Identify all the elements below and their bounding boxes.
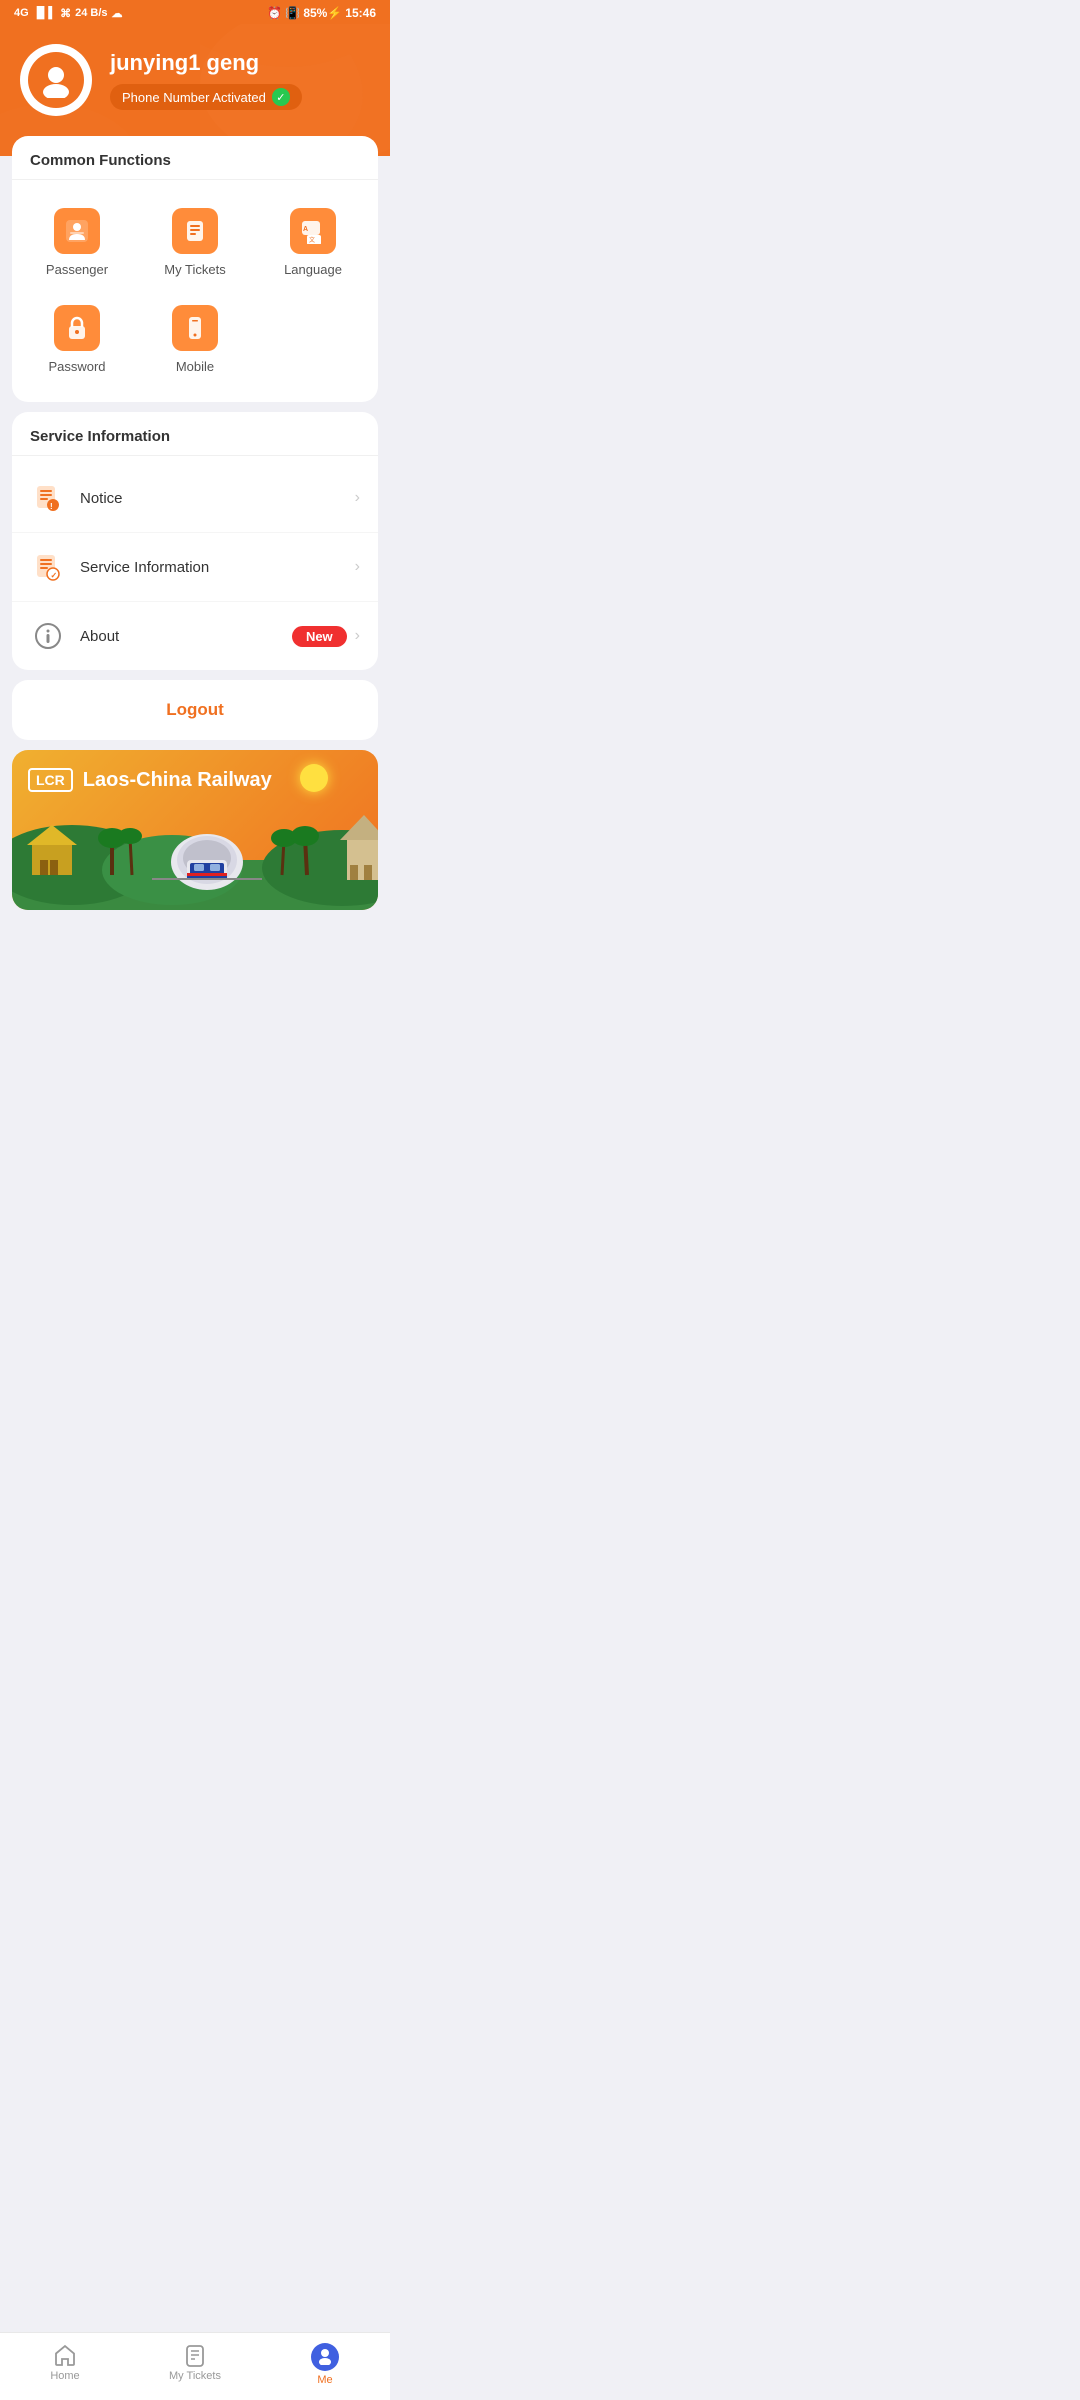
wifi-icon: ⌘ <box>60 7 71 20</box>
status-right: ⏰ 📳 85%⚡ 15:46 <box>267 6 376 20</box>
svg-text:文: 文 <box>309 236 315 244</box>
my-tickets-icon-box <box>172 208 218 254</box>
tickets-icon <box>183 2343 207 2367</box>
nav-home-label: Home <box>50 2370 79 2382</box>
logout-button[interactable]: Logout <box>12 680 378 740</box>
network-bars: ▐▌▌ <box>33 7 56 19</box>
phone-badge-text: Phone Number Activated <box>122 90 266 105</box>
signal-icon: 4G <box>14 7 29 19</box>
nav-me[interactable]: Me <box>260 2333 390 2400</box>
mobile-label: Mobile <box>176 359 214 374</box>
home-icon <box>53 2343 77 2367</box>
function-language[interactable]: A 文 Language <box>256 196 370 289</box>
status-left: 4G ▐▌▌ ⌘ 24 B/s ☁ <box>14 7 123 20</box>
language-label: Language <box>284 262 342 277</box>
notice-chevron: › <box>355 489 360 507</box>
verified-icon: ✓ <box>272 88 290 106</box>
service-info-title: Service Information <box>12 412 378 455</box>
divider2 <box>12 455 378 456</box>
common-functions-card: Common Functions Passenger <box>12 136 378 402</box>
function-mobile[interactable]: Mobile <box>138 293 252 386</box>
mobile-icon-box <box>172 305 218 351</box>
common-functions-title: Common Functions <box>12 136 378 179</box>
me-avatar-icon <box>311 2343 339 2371</box>
svg-text:✓: ✓ <box>51 571 58 580</box>
about-label: About <box>80 628 292 645</box>
svg-text:A: A <box>303 226 308 233</box>
passenger-label: Passenger <box>46 262 108 277</box>
profile-info: junying1 geng Phone Number Activated ✓ <box>110 50 302 110</box>
profile-username: junying1 geng <box>110 50 302 76</box>
clock: 15:46 <box>345 6 376 20</box>
banner-logo: LCR Laos-China Railway <box>28 768 272 792</box>
notice-item[interactable]: ! Notice › <box>12 464 378 533</box>
my-tickets-label: My Tickets <box>164 262 225 277</box>
passenger-icon-box <box>54 208 100 254</box>
alarm-icon: ⏰ <box>267 6 282 20</box>
about-item[interactable]: About New › <box>12 602 378 670</box>
function-my-tickets[interactable]: My Tickets <box>138 196 252 289</box>
function-passenger[interactable]: Passenger <box>20 196 134 289</box>
phone-badge: Phone Number Activated ✓ <box>110 84 302 110</box>
functions-grid: Passenger My Tickets <box>12 188 378 402</box>
profile-row: junying1 geng Phone Number Activated ✓ <box>20 44 370 116</box>
divider <box>12 179 378 180</box>
data-speed: 24 B/s <box>75 7 107 19</box>
cloud-icon: ☁ <box>112 7 123 20</box>
service-info-icon: ✓ <box>30 549 66 585</box>
lcr-logo-box: LCR <box>28 768 73 792</box>
logout-label: Logout <box>166 700 224 719</box>
nav-tickets-label: My Tickets <box>169 2370 221 2382</box>
bottom-nav: Home My Tickets Me <box>0 2332 390 2400</box>
logout-card: Logout <box>12 680 378 740</box>
service-information-card: Service Information ! Notice › <box>12 412 378 670</box>
about-chevron: › <box>355 627 360 645</box>
new-badge: New <box>292 626 347 647</box>
sun-decoration <box>300 764 328 792</box>
password-label: Password <box>48 359 105 374</box>
function-password[interactable]: Password <box>20 293 134 386</box>
vibrate-icon: 📳 <box>285 6 300 20</box>
lcr-banner[interactable]: LCR Laos-China Railway <box>12 750 378 910</box>
notice-icon: ! <box>30 480 66 516</box>
service-info-item[interactable]: ✓ Service Information › <box>12 533 378 602</box>
notice-label: Notice <box>80 490 355 507</box>
service-info-label: Service Information <box>80 559 355 576</box>
nav-my-tickets[interactable]: My Tickets <box>130 2333 260 2400</box>
banner-title: Laos-China Railway <box>83 769 272 792</box>
about-icon <box>30 618 66 654</box>
password-icon-box <box>54 305 100 351</box>
status-bar: 4G ▐▌▌ ⌘ 24 B/s ☁ ⏰ 📳 85%⚡ 15:46 <box>0 0 390 24</box>
battery-level: 85%⚡ <box>303 6 342 20</box>
nav-me-label: Me <box>317 2374 332 2386</box>
language-icon-box: A 文 <box>290 208 336 254</box>
service-info-chevron: › <box>355 558 360 576</box>
nav-home[interactable]: Home <box>0 2333 130 2400</box>
avatar <box>20 44 92 116</box>
svg-text:!: ! <box>50 502 53 511</box>
